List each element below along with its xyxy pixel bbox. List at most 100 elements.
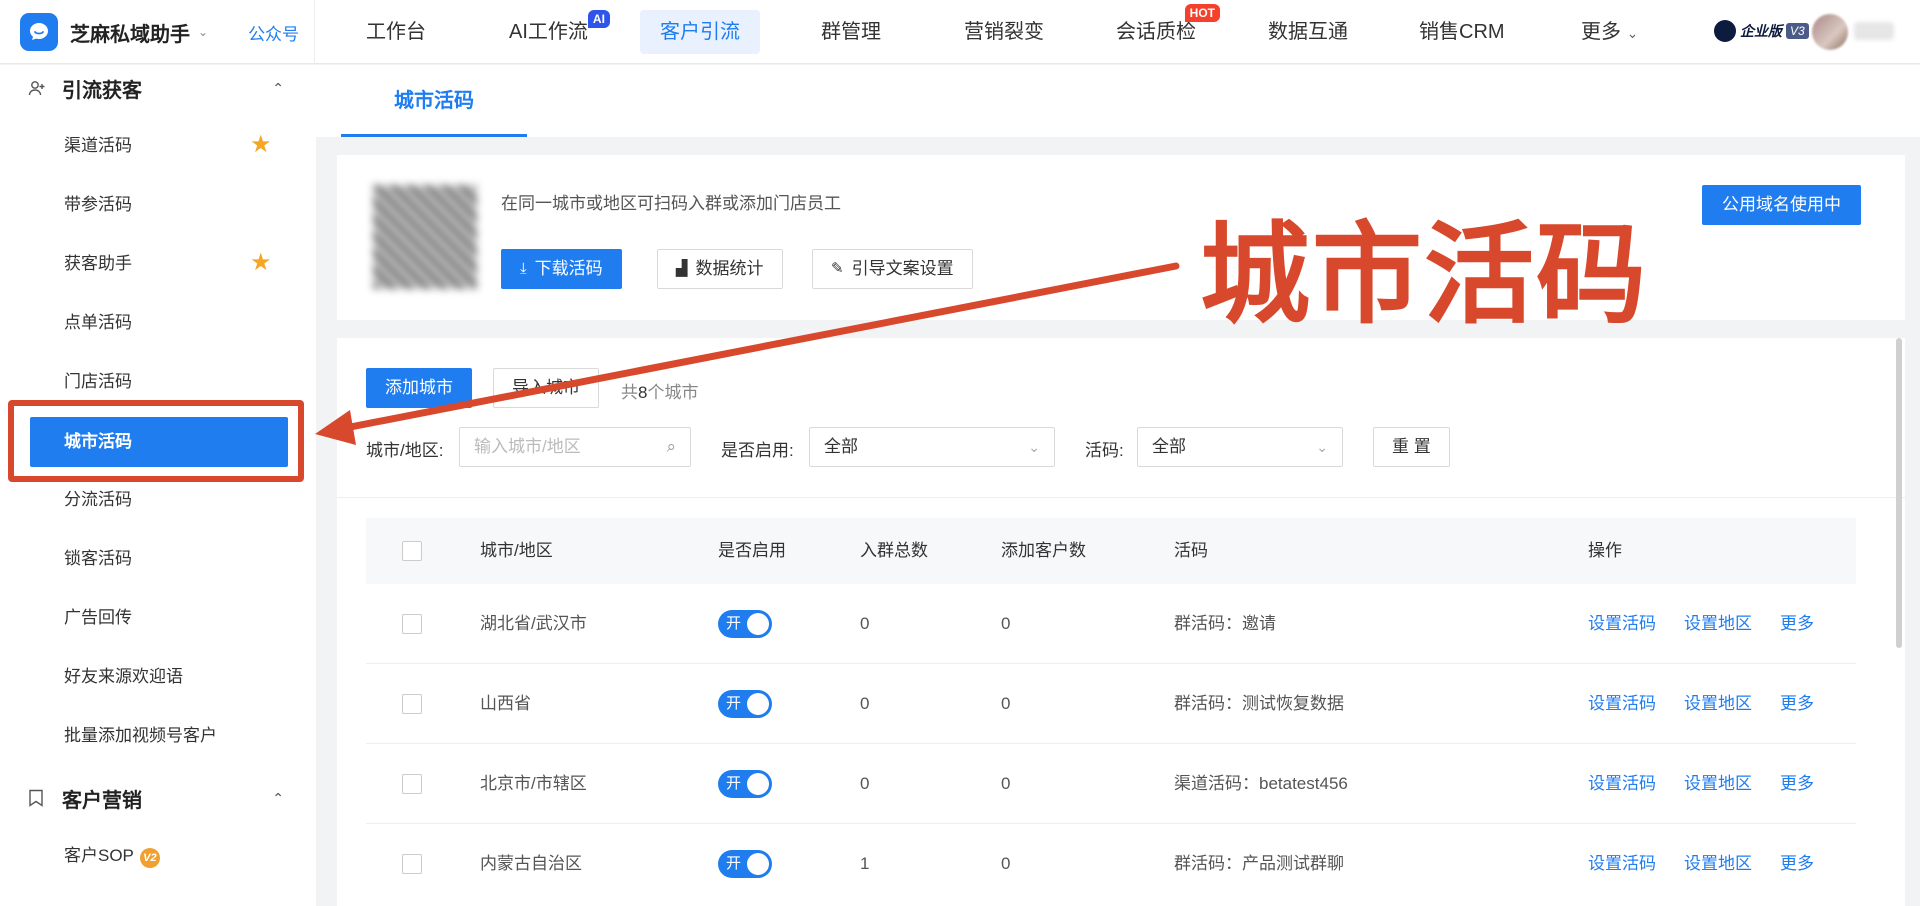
- enable-toggle[interactable]: 开: [718, 850, 772, 878]
- sidebar-item-split-code[interactable]: 分流活码: [64, 485, 132, 515]
- star-icon[interactable]: ★: [250, 130, 272, 159]
- set-region-link[interactable]: 设置地区: [1684, 824, 1752, 904]
- chevron-up-icon: ⌃: [272, 789, 284, 806]
- chevron-down-icon[interactable]: ⌄: [198, 25, 208, 39]
- city-search-input[interactable]: 输入城市/地区 ⌕: [459, 427, 691, 467]
- nav-ai-workflow[interactable]: AI工作流 AI: [509, 10, 610, 54]
- row-checkbox[interactable]: [402, 774, 422, 794]
- user-add-icon: [28, 79, 46, 97]
- join-count-cell: 1: [860, 854, 870, 873]
- set-region-link[interactable]: 设置地区: [1684, 744, 1752, 824]
- sidebar-item-order-code[interactable]: 点单活码: [64, 308, 132, 338]
- tab-bar: 城市活码: [316, 65, 1920, 137]
- annotation-title: 城市活码: [1200, 211, 1648, 339]
- sidebar-item-welcome-message[interactable]: 好友来源欢迎语: [64, 662, 183, 692]
- gzh-link[interactable]: 公众号: [248, 20, 299, 45]
- code-filter-select[interactable]: 全部 ⌄: [1137, 427, 1343, 467]
- nav-session-qc[interactable]: 会话质检 HOT: [1116, 4, 1220, 54]
- toggle-knob: [747, 853, 769, 875]
- enable-toggle[interactable]: 开: [718, 770, 772, 798]
- column-header: 活码: [1174, 541, 1208, 560]
- column-header: 城市/地区: [480, 541, 553, 560]
- sidebar-item-video-customers[interactable]: 批量添加视频号客户: [64, 721, 217, 751]
- reset-button[interactable]: 重 置: [1373, 427, 1450, 467]
- join-count-cell: 0: [860, 774, 870, 793]
- qr-code-image: [373, 185, 477, 289]
- tab-city-code[interactable]: 城市活码: [341, 65, 527, 137]
- user-name-blurred[interactable]: [1854, 22, 1894, 40]
- toggle-knob: [747, 773, 769, 795]
- enterprise-label: 企业版: [1740, 23, 1782, 39]
- nav-marketing-fission[interactable]: 营销裂变: [964, 10, 1044, 54]
- app-switcher[interactable]: 芝麻私域助手 ⌄ 公众号: [0, 0, 315, 64]
- sidebar-item-channel-code[interactable]: 渠道活码: [64, 131, 132, 161]
- code-cell: 群活码：产品测试群聊: [1174, 854, 1344, 873]
- enable-toggle[interactable]: 开: [718, 690, 772, 718]
- download-code-label: 下载活码: [534, 259, 603, 278]
- nav-group-management[interactable]: 群管理: [821, 10, 881, 54]
- enabled-filter-label: 是否启用:: [721, 441, 794, 460]
- more-link[interactable]: 更多: [1780, 744, 1814, 824]
- top-bar: 芝麻私域助手 ⌄ 公众号 工作台 AI工作流 AI 客户引流 群管理 营销裂变 …: [0, 0, 1920, 64]
- set-code-link[interactable]: 设置活码: [1588, 584, 1656, 664]
- city-count-suffix: 个城市: [647, 383, 699, 402]
- city-count: 共8个城市: [621, 378, 698, 403]
- import-city-button[interactable]: 导入城市: [493, 368, 599, 408]
- v2-badge: V2: [139, 848, 160, 868]
- column-header: 是否启用: [718, 541, 786, 560]
- code-filter-value: 全部: [1152, 437, 1186, 456]
- star-icon[interactable]: ★: [250, 248, 272, 277]
- nav-sales-crm[interactable]: 销售CRM: [1419, 10, 1505, 54]
- sidebar-group-marketing[interactable]: 客户营销 ⌃: [0, 775, 316, 821]
- city-cell: 北京市/市辖区: [480, 774, 587, 793]
- join-count-cell: 0: [860, 614, 870, 633]
- set-code-link[interactable]: 设置活码: [1588, 744, 1656, 824]
- nav-more[interactable]: 更多 ⌄: [1581, 10, 1638, 54]
- sidebar-item-label: 客户SOP: [64, 846, 134, 865]
- app-logo-icon: [20, 13, 58, 51]
- add-city-button[interactable]: 添加城市: [366, 368, 472, 408]
- nav-customer-acquisition[interactable]: 客户引流: [640, 10, 760, 54]
- row-checkbox[interactable]: [402, 614, 422, 634]
- city-search-placeholder: 输入城市/地区: [474, 437, 581, 456]
- more-link[interactable]: 更多: [1780, 664, 1814, 744]
- set-code-link[interactable]: 设置活码: [1588, 664, 1656, 744]
- more-link[interactable]: 更多: [1780, 824, 1814, 904]
- nav-workbench[interactable]: 工作台: [366, 10, 426, 54]
- row-checkbox[interactable]: [402, 854, 422, 874]
- enabled-filter-value: 全部: [824, 437, 858, 456]
- city-cell: 山西省: [480, 694, 531, 713]
- row-checkbox[interactable]: [402, 694, 422, 714]
- set-region-link[interactable]: 设置地区: [1684, 584, 1752, 664]
- download-code-button[interactable]: ⤓ 下载活码: [501, 249, 622, 289]
- nav-data-sync[interactable]: 数据互通: [1268, 10, 1348, 54]
- guide-text-settings-label: 引导文案设置: [851, 259, 954, 278]
- set-code-link[interactable]: 设置活码: [1588, 824, 1656, 904]
- avatar[interactable]: [1812, 14, 1848, 50]
- sidebar-item-acquisition-assistant[interactable]: 获客助手: [64, 249, 132, 279]
- set-region-link[interactable]: 设置地区: [1684, 664, 1752, 744]
- sidebar-item-param-code[interactable]: 带参活码: [64, 190, 132, 220]
- sidebar-item-lock-code[interactable]: 锁客活码: [64, 544, 132, 574]
- sidebar-group-acquisition[interactable]: 引流获客 ⌃: [0, 65, 316, 111]
- data-stats-button[interactable]: ▟ 数据统计: [657, 249, 783, 289]
- code-cell: 渠道活码：betatest456: [1174, 774, 1348, 793]
- toggle-label: 开: [726, 615, 742, 632]
- sidebar-item-store-code[interactable]: 门店活码: [64, 367, 132, 397]
- toggle-label: 开: [726, 855, 742, 872]
- table-row: 湖北省/武汉市 开 0 0 群活码：邀请 设置活码 设置地区 更多: [366, 584, 1856, 664]
- chevron-down-icon: ⌄: [1028, 439, 1040, 455]
- chevron-up-icon: ⌃: [272, 79, 284, 96]
- sidebar-group-label: 客户营销: [62, 789, 142, 812]
- select-all-checkbox[interactable]: [402, 541, 422, 561]
- info-card: 在同一城市或地区可扫码入群或添加门店员工 ⤓ 下载活码 ▟ 数据统计 ✎ 引导文…: [337, 155, 1905, 320]
- sidebar-item-customer-sop[interactable]: 客户SOP V2: [64, 841, 160, 871]
- search-icon: ⌕: [666, 437, 676, 456]
- enable-toggle[interactable]: 开: [718, 610, 772, 638]
- more-link[interactable]: 更多: [1780, 584, 1814, 664]
- sidebar-item-ad-callback[interactable]: 广告回传: [64, 603, 132, 633]
- guide-text-settings-button[interactable]: ✎ 引导文案设置: [812, 249, 973, 289]
- public-domain-button[interactable]: 公用域名使用中: [1702, 185, 1861, 225]
- page-scrollbar[interactable]: [1896, 338, 1902, 648]
- enabled-filter-select[interactable]: 全部 ⌄: [809, 427, 1055, 467]
